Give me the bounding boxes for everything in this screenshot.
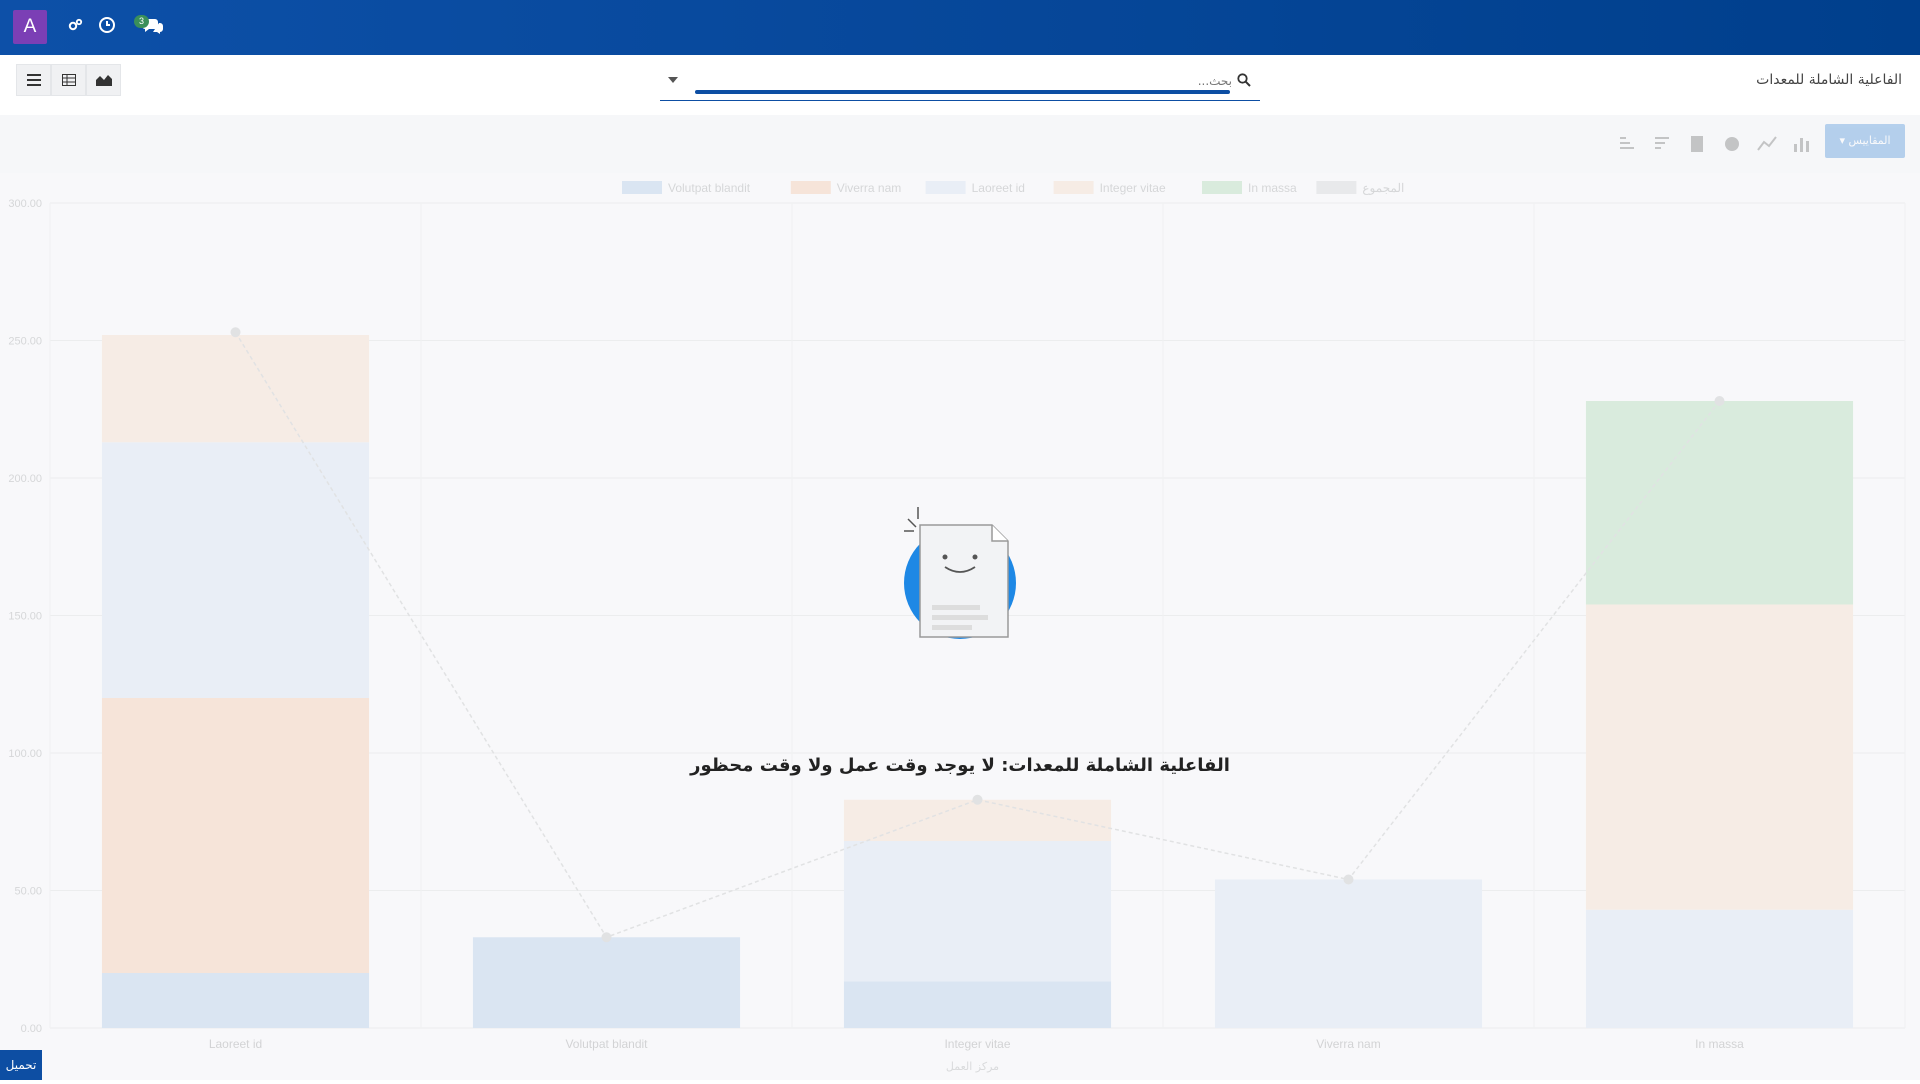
bar-chart-icon[interactable] bbox=[1790, 132, 1814, 156]
bar-segment bbox=[101, 973, 370, 1028]
database-icon[interactable] bbox=[1685, 132, 1709, 156]
bar-segment bbox=[1585, 401, 1854, 605]
legend-swatch bbox=[1316, 181, 1357, 194]
legend-swatch bbox=[1202, 181, 1242, 194]
legend-swatch bbox=[790, 181, 831, 194]
legend-swatch bbox=[622, 181, 662, 194]
bar-segment bbox=[843, 981, 1112, 1028]
legend-label: المجموع bbox=[1362, 181, 1404, 195]
search-underline bbox=[695, 90, 1230, 94]
graph-icon bbox=[95, 75, 112, 86]
total-point bbox=[1343, 874, 1354, 885]
notification-badge: 3 bbox=[134, 15, 149, 28]
list-view-button[interactable] bbox=[16, 64, 51, 96]
bar-segment bbox=[1214, 879, 1483, 1028]
graph-toolbar: المقاييس ▾ bbox=[0, 115, 1920, 173]
search-icon[interactable] bbox=[1237, 73, 1251, 87]
total-point bbox=[1714, 396, 1725, 406]
graph-view-button[interactable] bbox=[86, 64, 121, 96]
main-content: المقاييس ▾ 0.00 50.00 100.00 150.00 200.00 25… bbox=[0, 115, 1920, 1080]
x-axis-label: مركز العمل bbox=[946, 1060, 999, 1073]
y-tick-label: 250.00 bbox=[8, 336, 42, 348]
bar-segment bbox=[101, 698, 370, 973]
settings-icon[interactable] bbox=[64, 16, 86, 38]
y-tick-label: 300.00 bbox=[8, 198, 42, 210]
measures-dropdown-button[interactable]: المقاييس ▾ bbox=[1825, 124, 1905, 158]
search-input[interactable] bbox=[700, 70, 1234, 92]
bar-segment bbox=[843, 799, 1112, 841]
sort-asc-icon[interactable] bbox=[1615, 132, 1639, 156]
empty-document-illustration bbox=[904, 507, 1016, 639]
x-tick-label: Viverra nam bbox=[1316, 1037, 1380, 1051]
x-tick-label: In massa bbox=[1695, 1037, 1744, 1051]
legend-swatch bbox=[925, 181, 966, 194]
y-tick-label: 0.00 bbox=[21, 1023, 42, 1035]
y-tick-label: 50.00 bbox=[14, 886, 42, 898]
pivot-view-button[interactable] bbox=[51, 64, 86, 96]
legend-label: Volutpat blandit bbox=[668, 181, 751, 195]
bar-segment bbox=[101, 442, 370, 698]
legend-swatch bbox=[1053, 181, 1094, 194]
total-point bbox=[972, 794, 983, 805]
page-title: الفاعلية الشاملة للمعدات bbox=[1756, 72, 1902, 88]
measures-label: المقاييس bbox=[1848, 134, 1891, 147]
user-avatar[interactable]: A bbox=[13, 10, 47, 44]
total-point bbox=[601, 932, 612, 943]
pivot-icon bbox=[61, 74, 76, 86]
line-chart-icon[interactable] bbox=[1755, 132, 1779, 156]
x-tick-label: Volutpat blandit bbox=[565, 1037, 648, 1051]
legend-label: Laoreet id bbox=[972, 181, 1025, 195]
bar-segment bbox=[101, 335, 370, 443]
bar-segment bbox=[472, 937, 741, 1028]
legend-label: In massa bbox=[1248, 181, 1297, 195]
download-button[interactable]: تحميل bbox=[0, 1050, 42, 1080]
sort-desc-icon[interactable] bbox=[1650, 132, 1674, 156]
legend-label: Integer vitae bbox=[1100, 181, 1166, 195]
legend-label: Viverra nam bbox=[837, 181, 901, 195]
clock-icon[interactable] bbox=[96, 16, 118, 38]
y-tick-label: 150.00 bbox=[8, 611, 42, 623]
total-point bbox=[230, 327, 241, 338]
empty-state-message: الفاعلية الشاملة للمعدات: لا يوجد وقت عم… bbox=[690, 755, 1230, 776]
top-navbar: A 3 bbox=[0, 0, 1920, 55]
x-tick-label: Integer vitae bbox=[944, 1037, 1010, 1051]
y-tick-label: 200.00 bbox=[8, 473, 42, 485]
bar-segment bbox=[1585, 909, 1854, 1028]
pie-chart-icon[interactable] bbox=[1720, 132, 1744, 156]
list-icon bbox=[26, 74, 41, 86]
bar-segment bbox=[843, 841, 1112, 982]
x-tick-label: Laoreet id bbox=[209, 1037, 262, 1051]
